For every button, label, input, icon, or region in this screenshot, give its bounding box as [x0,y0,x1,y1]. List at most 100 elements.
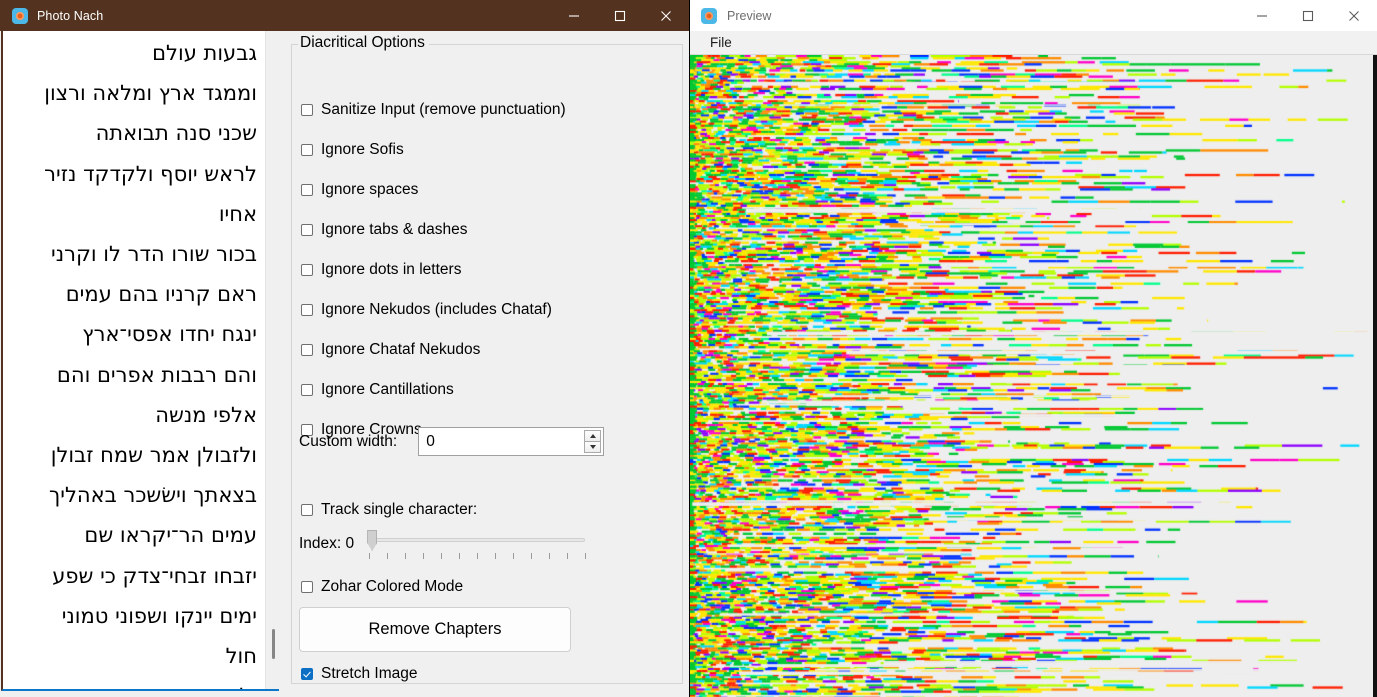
option-checkbox-label: Ignore spaces [321,181,419,199]
minimize-icon[interactable] [1239,0,1285,31]
hebrew-text-line: ראם קרניו בהם עמים [65,282,257,307]
option-checkbox-label: Ignore dots in letters [321,261,462,279]
remove-chapters-button[interactable]: Remove Chapters [299,607,571,652]
zohar-colored-mode-checkbox[interactable]: Zohar Colored Mode [301,576,463,598]
stretch-image-label: Stretch Image [321,665,418,683]
spin-up-button[interactable] [584,430,602,442]
close-icon[interactable] [643,0,689,31]
maximize-icon[interactable] [1285,0,1331,31]
slider-tick [387,553,389,559]
slider-tick [477,553,479,559]
app-window-title: Photo Nach [37,8,104,23]
index-slider-thumb[interactable] [367,530,378,551]
checkbox-box-icon[interactable] [301,384,313,396]
option-checkbox-0[interactable]: Sanitize Input (remove punctuation) [301,99,566,121]
caret-down-icon [589,445,596,449]
minimize-icon[interactable] [551,0,597,31]
track-single-character-label: Track single character: [321,501,478,519]
option-checkbox-5[interactable]: Ignore Nekudos (includes Chataf) [301,299,552,321]
checkbox-checked-icon[interactable] [301,668,313,680]
checkbox-box-icon[interactable] [301,184,313,196]
hebrew-text-line: וממגד ארץ ומלאה ורצון [44,81,257,106]
spin-down-button[interactable] [584,442,602,453]
text-panel-scrollbar-thumb[interactable] [272,629,275,659]
slider-tick [495,553,497,559]
hebrew-text-line: ולגד אמר ברוך מרחיב [9,676,257,689]
hebrew-text-line: אלפי מנשה [155,402,257,427]
group-box-title: Diacritical Options [298,34,429,52]
slider-tick [459,553,461,559]
preview-app-icon [701,7,717,24]
checkbox-box-icon[interactable] [301,344,313,356]
diacritical-options-panel: Diacritical Options Sanitize Input (remo… [289,31,687,695]
slider-tick [369,553,371,559]
preview-titlebar[interactable]: Preview [690,0,1377,32]
hebrew-text-panel[interactable]: גבעות עולם וממגד ארץ ומלאה ורצון שכני סנה … [1,31,279,691]
checkbox-box-icon[interactable] [301,224,313,236]
track-single-character-checkbox[interactable]: Track single character: [301,499,477,521]
hebrew-text-line: עמים הר־יקראו שם [84,523,257,548]
hebrew-text-line: יזבחו זבחי־צדק כי שפע [52,563,257,588]
option-checkbox-3[interactable]: Ignore tabs & dashes [301,219,468,241]
index-slider[interactable] [367,529,587,561]
index-slider-track[interactable] [369,538,586,542]
checkbox-box-icon[interactable] [301,581,313,593]
custom-width-label: Custom width: [299,432,398,450]
hebrew-text-line: לראש יוסף ולקדקד נזיר [44,161,257,186]
preview-menubar: File [690,31,1377,55]
zohar-colored-mode-label: Zohar Colored Mode [321,578,464,596]
caret-up-icon [589,434,596,438]
index-slider-row: Index: 0 [299,529,587,561]
preview-window-title: Preview [727,8,772,23]
hebrew-text-line: והם רבבות אפרים והם [56,362,257,387]
photo-nach-window: Photo Nach גבעות עולם וממגד ארץ ומלאה ורצ… [0,0,689,697]
preview-window-controls [1239,0,1377,31]
option-checkbox-4[interactable]: Ignore dots in letters [301,259,461,281]
hebrew-text-line: בכור שורו הדר לו וקרני [51,242,257,267]
preview-window: Preview File [690,0,1377,697]
hebrew-text-line: בצאתך וישׂשכר באהליך [48,483,257,508]
option-checkbox-1[interactable]: Ignore Sofis [301,139,404,161]
checkbox-box-icon[interactable] [301,264,313,276]
stretch-image-checkbox[interactable]: Stretch Image [301,663,418,685]
option-checkbox-label: Ignore tabs & dashes [321,221,468,239]
canvas-right-border [1373,55,1377,697]
photo-nach-app-icon [12,7,28,24]
menu-item-file[interactable]: File [702,33,740,52]
option-checkbox-label: Ignore Nekudos (includes Chataf) [321,301,552,319]
slider-tick [531,553,533,559]
maximize-icon[interactable] [597,0,643,31]
app-window-controls [551,0,689,31]
slider-tick [585,553,587,559]
slider-tick [549,553,551,559]
option-checkbox-7[interactable]: Ignore Cantillations [301,379,454,401]
hebrew-text-line: ולזבולן אמר שמח זבולן [50,443,257,468]
app-titlebar[interactable]: Photo Nach [0,0,689,31]
option-checkbox-2[interactable]: Ignore spaces [301,179,418,201]
option-checkbox-6[interactable]: Ignore Chataf Nekudos [301,339,480,361]
slider-tick [441,553,443,559]
hebrew-text-line: ימים יינקו ושפוני טמוני [61,603,257,628]
close-icon[interactable] [1331,0,1377,31]
color-strip-visualization [690,55,1373,697]
preview-canvas-area[interactable] [690,55,1377,697]
slider-tick [423,553,425,559]
hebrew-text-line: אחיו [218,201,257,226]
checkbox-box-icon[interactable] [301,304,313,316]
text-panel-scrollbar[interactable] [265,31,279,689]
checkbox-box-icon[interactable] [301,504,313,516]
slider-tick [567,553,569,559]
custom-width-value[interactable]: 0 [419,433,435,451]
index-slider-ticks [369,553,587,559]
screen: Photo Nach גבעות עולם וממגד ארץ ומלאה ורצ… [0,0,1377,697]
index-slider-label: Index: 0 [299,535,355,552]
option-checkbox-label: Ignore Cantillations [321,381,454,399]
custom-width-spin-buttons [584,430,602,453]
hebrew-text-content[interactable]: גבעות עולם וממגד ארץ ומלאה ורצון שכני סנה … [3,31,265,689]
checkbox-box-icon[interactable] [301,144,313,156]
slider-tick [405,553,407,559]
checkbox-box-icon[interactable] [301,104,313,116]
custom-width-stepper[interactable]: 0 [418,427,605,456]
slider-tick [513,553,515,559]
hebrew-text-line: חול [225,644,257,669]
